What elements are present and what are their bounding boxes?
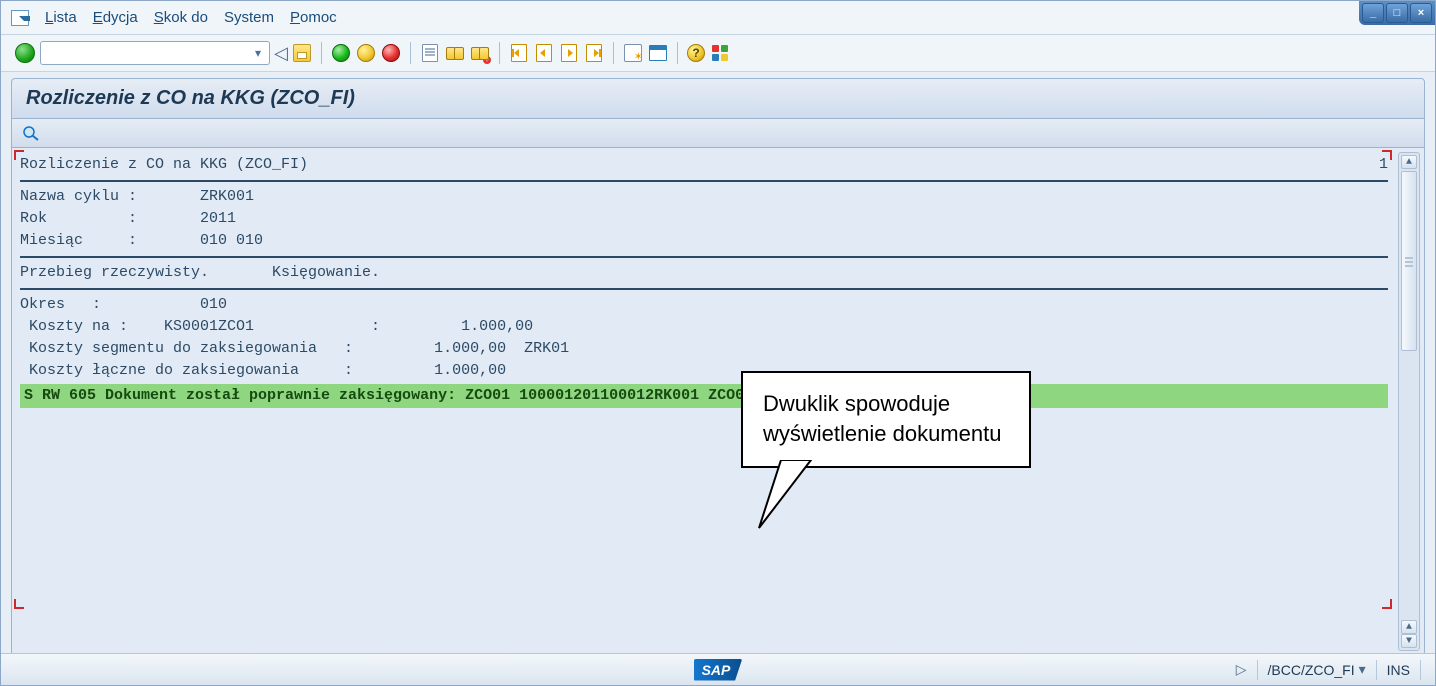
report-header: Rozliczenie z CO na KKG (ZCO_FI) [20,154,308,176]
statusbar-divider [1257,660,1258,680]
menu-rest: kok do [164,9,208,26]
page-title: Rozliczenie z CO na KKG (ZCO_FI) [11,78,1425,119]
transaction-code[interactable]: /BCC/ZCO_FI [1268,662,1355,678]
callout-tail-icon [751,460,831,530]
layout-icon[interactable] [648,43,668,63]
first-page-icon[interactable] [509,43,529,63]
exit-yellow-icon[interactable] [356,43,376,63]
last-page-icon[interactable] [584,43,604,63]
back-green-icon[interactable] [331,43,351,63]
page-number: 1 [1379,154,1388,176]
find-icon[interactable] [445,43,465,63]
statusbar-divider [1420,660,1421,680]
scroll-up-icon[interactable]: ▲ [1401,155,1417,169]
separator-line [20,288,1388,290]
field-koszty-laczne: Koszty łączne do zaksiegowania : 1.000,0… [20,360,1388,382]
chevron-down-icon[interactable]: ▾ [1359,661,1366,678]
maximize-button[interactable]: □ [1386,3,1408,23]
find-next-icon[interactable]: + [470,43,490,63]
separator-line [20,256,1388,258]
toolbar-separator [321,42,322,64]
run-line: Przebieg rzeczywisty. Księgowanie. [20,262,1388,284]
sap-logo: SAP [694,659,743,681]
report-output: Rozliczenie z CO na KKG (ZCO_FI) 1 Nazwa… [11,148,1425,656]
statusbar: SAP ▷ /BCC/ZCO_FI ▾ INS [1,653,1435,685]
back-chevron-icon[interactable]: ◁ [275,42,287,64]
scroll-down-icon[interactable]: ▼ [1401,634,1417,648]
insert-mode: INS [1387,662,1410,678]
annotation-callout: Dwuklik spowoduje wyświetlenie dokumentu [741,371,1031,468]
save-icon[interactable] [292,43,312,63]
field-okres: Okres : 010 [20,294,1388,316]
scroll-thumb[interactable] [1401,171,1417,351]
toolbar-separator [677,42,678,64]
toolbar-separator [613,42,614,64]
minimize-button[interactable]: _ [1362,3,1384,23]
vertical-scrollbar[interactable]: ▲ ▲ ▼ [1398,152,1420,651]
session-info-icon[interactable]: ▷ [1236,661,1247,678]
menu-skok-do[interactable]: Skok do [154,9,208,26]
statusbar-divider [1376,660,1377,680]
close-button[interactable]: × [1410,3,1432,23]
success-message-row[interactable]: S RW 605 Dokument został poprawnie zaksi… [20,384,1388,408]
menu-pomoc[interactable]: Pomoc [290,9,337,26]
menu-underline: S [154,9,164,26]
command-field[interactable]: ▾ [40,41,270,65]
magnify-icon[interactable] [22,125,1414,141]
menubar: Lista Edycja Skok do System Pomoc [1,1,1435,35]
callout-line: Dwuklik spowoduje [763,389,1001,419]
spool-corner-icon [14,599,24,609]
cancel-red-icon[interactable] [381,43,401,63]
app-toolbar [11,119,1425,148]
menu-underline: E [93,9,103,26]
print-icon[interactable] [420,43,440,63]
menu-rest: dycja [103,9,138,26]
field-koszty-segmentu: Koszty segmentu do zaksiegowania : 1.000… [20,338,1388,360]
window-controls: _ □ × [1359,1,1435,25]
standard-toolbar: ▾ ◁ + ? [1,35,1435,72]
chevron-down-icon[interactable]: ▾ [251,46,265,60]
separator-line [20,180,1388,182]
menu-system[interactable]: System [224,9,274,26]
customize-icon[interactable] [710,43,730,63]
toolbar-separator [410,42,411,64]
menu-edycja[interactable]: Edycja [93,9,138,26]
spool-corner-icon [1382,599,1392,609]
sap-menu-icon[interactable] [11,10,29,26]
field-year: Rok : 2011 [20,208,1388,230]
enter-icon[interactable] [15,43,35,63]
menu-rest: ista [53,9,76,26]
toolbar-separator [499,42,500,64]
menu-rest: omoc [300,9,337,26]
menu-rest: System [224,9,274,26]
field-koszty-na: Koszty na : KS0001ZCO1 : 1.000,00 [20,316,1388,338]
new-session-icon[interactable] [623,43,643,63]
menu-underline: P [290,9,300,26]
prev-page-icon[interactable] [534,43,554,63]
next-page-icon[interactable] [559,43,579,63]
scroll-up2-icon[interactable]: ▲ [1401,620,1417,634]
menu-lista[interactable]: Lista [45,9,77,26]
field-month: Miesiąc : 010 010 [20,230,1388,252]
help-icon[interactable]: ? [687,44,705,62]
callout-line: wyświetlenie dokumentu [763,419,1001,449]
field-cycle: Nazwa cyklu : ZRK001 [20,186,1388,208]
